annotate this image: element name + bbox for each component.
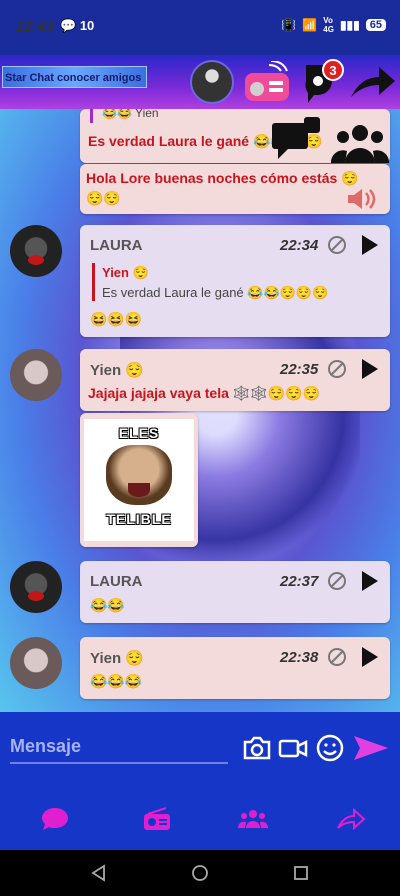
message-time: 22:38 bbox=[280, 649, 319, 666]
status-time: 22:43 bbox=[16, 18, 55, 35]
sender-name: LAURA bbox=[90, 237, 143, 254]
message-text: Hola Lore buenas noches cómo estás 😌 bbox=[86, 170, 359, 186]
radio-nav-icon[interactable] bbox=[142, 806, 172, 832]
meme-image[interactable]: ELES TELIBLE bbox=[80, 413, 198, 547]
emoji-icon[interactable] bbox=[315, 734, 345, 762]
network-type: Vo 4G bbox=[323, 16, 334, 34]
sender-name: LAURA bbox=[90, 573, 143, 590]
quote-bar bbox=[92, 263, 95, 301]
battery: 65 bbox=[365, 19, 386, 31]
message-time: 22:34 bbox=[280, 237, 319, 254]
profile-avatar[interactable] bbox=[190, 60, 234, 104]
play-icon[interactable] bbox=[362, 359, 378, 379]
sender-name: Yien 😌 bbox=[90, 650, 144, 667]
message-time: 22:35 bbox=[280, 361, 319, 378]
quote-text: 😂😂 Yien bbox=[102, 109, 159, 120]
notification-badge: 3 bbox=[322, 59, 344, 81]
signal-icon: ▮▮▮ bbox=[339, 18, 360, 32]
message-bubble[interactable]: Hola Lore buenas noches cómo estás 😌 😌😌 bbox=[80, 164, 390, 214]
message-bubble[interactable]: Yien 😌 22:38 😂😂😂 bbox=[80, 637, 390, 699]
avatar-yien[interactable] bbox=[10, 637, 62, 689]
bottom-navigation bbox=[0, 788, 400, 850]
status-bar: 22:43 💬 10 📳 📶 Vo 4G ▮▮▮ 65 bbox=[0, 0, 400, 55]
share-icon[interactable] bbox=[347, 63, 399, 103]
message-input[interactable]: Mensaje bbox=[10, 736, 228, 764]
sender-name: Yien 😌 bbox=[90, 362, 144, 379]
message-bubble[interactable]: Yien 😌 22:35 Jajaja jajaja vaya tela 🕸️🕸… bbox=[80, 349, 390, 411]
notification-count: 💬 10 bbox=[60, 18, 95, 33]
block-icon[interactable] bbox=[328, 572, 346, 590]
quote-text: Es verdad Laura le gané 😂😂😌😌😌 bbox=[102, 285, 329, 300]
camera-icon[interactable] bbox=[242, 734, 272, 762]
chat-icon[interactable] bbox=[270, 115, 322, 161]
send-icon[interactable] bbox=[352, 734, 390, 762]
message-bubble[interactable]: LAURA 22:37 😂😂 bbox=[80, 561, 390, 623]
message-text: 😂😂😂 bbox=[90, 673, 143, 689]
share-nav-icon[interactable] bbox=[336, 806, 366, 832]
play-icon[interactable] bbox=[362, 235, 378, 255]
app-title: Star Chat conocer amigos bbox=[2, 66, 147, 88]
message-bubble[interactable]: LAURA 22:34 Yien 😌 Es verdad Laura le ga… bbox=[80, 225, 390, 337]
avatar-yien[interactable] bbox=[10, 349, 62, 401]
notification-button[interactable]: 3 bbox=[298, 59, 346, 105]
meme-top-text: ELES bbox=[118, 425, 160, 441]
vibrate-icon: 📳 bbox=[281, 18, 297, 32]
meme-mouth bbox=[128, 483, 150, 497]
avatar-laura[interactable] bbox=[10, 225, 62, 277]
meme-bottom-text: TELIBLE bbox=[106, 511, 172, 527]
block-icon[interactable] bbox=[328, 236, 346, 254]
play-icon[interactable] bbox=[362, 647, 378, 667]
message-text-line2: 😌😌 bbox=[86, 190, 121, 206]
speaker-icon[interactable] bbox=[346, 188, 376, 210]
group-nav-icon[interactable] bbox=[238, 806, 268, 832]
message-composer: Mensaje bbox=[0, 712, 400, 788]
quote-name: Yien 😌 bbox=[102, 265, 149, 280]
message-text: 😆😆😆 bbox=[90, 311, 143, 327]
radio-icon[interactable] bbox=[243, 61, 291, 103]
chat-area: 😂😂 Yien Es verdad Laura le gané 😂😂😌😌 Hol… bbox=[0, 109, 400, 712]
recents-icon[interactable] bbox=[292, 864, 310, 882]
block-icon[interactable] bbox=[328, 648, 346, 666]
wifi-icon: 📶 bbox=[302, 18, 318, 32]
quote-bar bbox=[90, 109, 93, 123]
group-icon[interactable] bbox=[331, 121, 389, 165]
message-text: Jajaja jajaja vaya tela 🕸️🕸️😌😌😌 bbox=[88, 385, 320, 401]
chat-nav-icon[interactable] bbox=[40, 806, 70, 832]
app-header: Star Chat conocer amigos 3 bbox=[0, 55, 400, 109]
block-icon[interactable] bbox=[328, 360, 346, 378]
play-icon[interactable] bbox=[362, 571, 378, 591]
status-icons: 📳 📶 Vo 4G ▮▮▮ 65 bbox=[281, 16, 386, 34]
video-icon[interactable] bbox=[278, 734, 308, 762]
back-icon[interactable] bbox=[90, 864, 108, 882]
home-icon[interactable] bbox=[191, 864, 209, 882]
message-text: 😂😂 bbox=[90, 597, 125, 613]
avatar-laura[interactable] bbox=[10, 561, 62, 613]
system-navigation bbox=[0, 850, 400, 896]
message-time: 22:37 bbox=[280, 573, 319, 590]
